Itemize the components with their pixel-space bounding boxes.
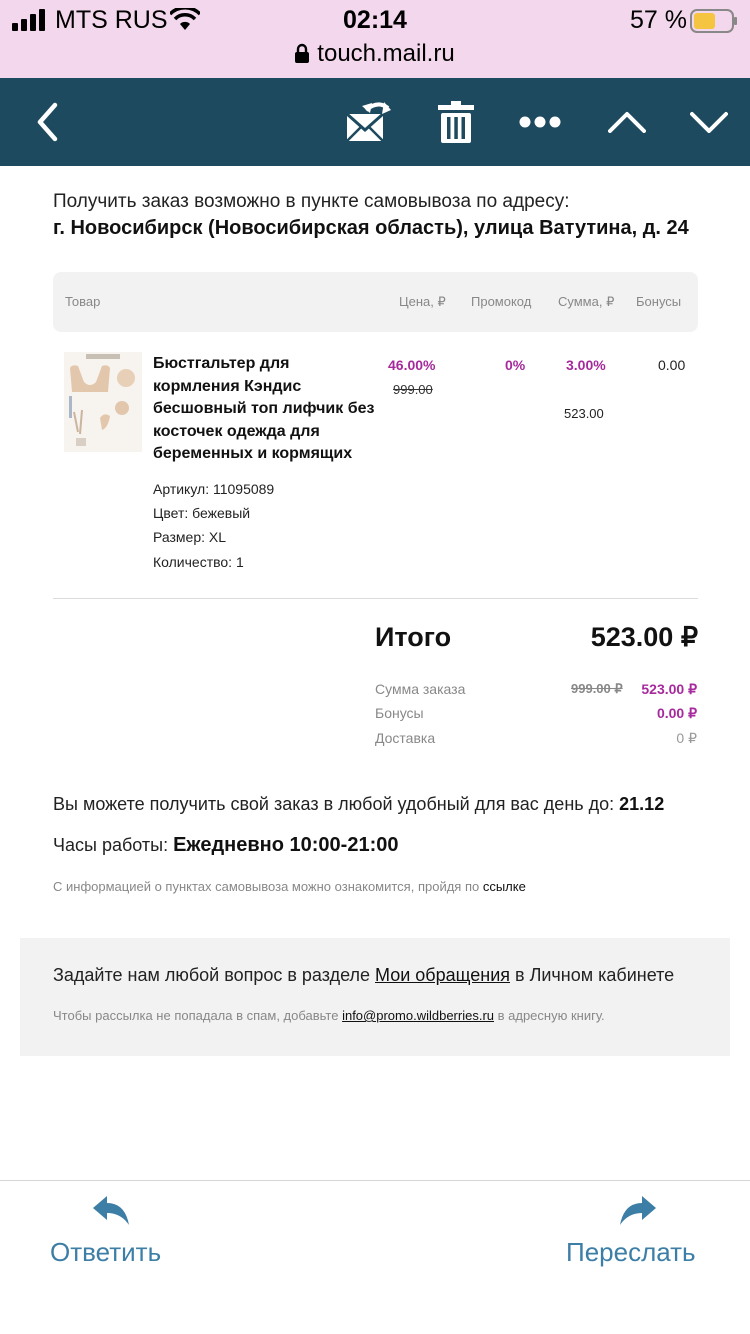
pickup-info: С информацией о пунктах самовывоза можно… bbox=[53, 879, 526, 894]
bonuses-label: Бонусы bbox=[375, 705, 424, 721]
product-article: Артикул: 11095089 bbox=[153, 481, 275, 497]
previous-message-button[interactable] bbox=[602, 78, 652, 166]
forward-label: Переслать bbox=[566, 1237, 696, 1267]
my-requests-link[interactable]: Мои обращения bbox=[375, 965, 510, 985]
header-sum: Сумма, ₽ bbox=[558, 294, 615, 309]
working-hours: Часы работы: Ежедневно 10:00-21:00 bbox=[53, 834, 398, 857]
price-old: 999.00 bbox=[393, 382, 433, 397]
hours-text: Часы работы: bbox=[53, 835, 174, 855]
question-text: Задайте нам любой вопрос в разделе bbox=[53, 965, 376, 985]
product-quantity: Количество: 1 bbox=[153, 554, 244, 570]
pickup-deadline: Вы можете получить свой заказ в любой уд… bbox=[53, 794, 664, 815]
header-bonus: Бонусы bbox=[636, 294, 682, 309]
delivery-value: 0 ₽ bbox=[676, 730, 697, 746]
more-button[interactable] bbox=[515, 78, 565, 166]
total-value: 523.00 ₽ bbox=[590, 622, 698, 652]
order-sum-label: Сумма заказа bbox=[375, 681, 466, 697]
promo-value: 0% bbox=[505, 357, 526, 373]
order-table-header: Товар Цена, ₽ Промокод Сумма, ₽ Бонусы bbox=[53, 272, 698, 332]
deadline-date: 21.12 bbox=[619, 794, 665, 814]
info-text: С информацией о пунктах самовывоза можно… bbox=[53, 879, 483, 894]
total-label: Итого bbox=[375, 622, 452, 652]
header-product: Товар bbox=[65, 294, 101, 309]
reply-icon bbox=[93, 1196, 129, 1225]
url-bar[interactable]: touch.mail.ru bbox=[0, 40, 750, 68]
spam-tail: в адресную книгу. bbox=[494, 1008, 605, 1023]
hours-value: Ежедневно 10:00-21:00 bbox=[173, 834, 399, 856]
battery-icon bbox=[690, 9, 737, 33]
bonus-value: 0.00 bbox=[658, 357, 686, 373]
next-message-button[interactable] bbox=[684, 78, 734, 166]
status-bar: MTS RUS 02:14 57 % touch.mail.ru bbox=[0, 0, 750, 78]
question-tail: в Личном кабинете bbox=[510, 965, 675, 985]
bonuses-value: 0.00 ₽ bbox=[656, 705, 697, 721]
battery-percent: 57 % bbox=[630, 6, 687, 34]
pickup-intro: Получить заказ возможно в пункте самовыв… bbox=[53, 191, 570, 212]
lock-icon bbox=[295, 43, 310, 63]
previous-icon bbox=[608, 112, 646, 133]
product-size: Размер: XL bbox=[153, 529, 227, 545]
order-sum-value: 523.00 ₽ bbox=[641, 681, 697, 697]
deadline-text: Вы можете получить свой заказ в любой уд… bbox=[53, 794, 620, 814]
product-color: Цвет: бежевый bbox=[153, 505, 251, 521]
header-promo: Промокод bbox=[471, 294, 532, 309]
more-icon bbox=[519, 116, 561, 128]
price-discount: 46.00% bbox=[388, 357, 436, 373]
promo-email-link[interactable]: info@promo.wildberries.ru bbox=[342, 1008, 494, 1023]
url-text: touch.mail.ru bbox=[317, 40, 455, 67]
sum-value: 523.00 bbox=[564, 406, 604, 421]
product-name[interactable]: Бюстгальтер для кормления Кэндис бесшовн… bbox=[153, 353, 378, 466]
header-price: Цена, ₽ bbox=[399, 294, 446, 309]
divider bbox=[53, 598, 698, 599]
spam-note: Чтобы рассылка не попадала в спам, добав… bbox=[53, 1008, 605, 1023]
back-icon bbox=[37, 102, 58, 142]
delete-button[interactable] bbox=[430, 78, 482, 166]
pickup-info-link[interactable]: ссылке bbox=[483, 879, 526, 894]
spam-text: Чтобы рассылка не попадала в спам, добав… bbox=[53, 1008, 343, 1023]
pickup-address: г. Новосибирск (Новосибирская область), … bbox=[53, 217, 689, 239]
mark-unread-button[interactable] bbox=[340, 78, 396, 166]
bottom-action-bar: Ответить Переслать bbox=[0, 1180, 750, 1334]
mark-unread-icon bbox=[346, 102, 391, 142]
next-icon bbox=[690, 112, 728, 133]
sum-discount: 3.00% bbox=[566, 357, 606, 373]
trash-icon bbox=[438, 101, 474, 143]
back-button[interactable] bbox=[22, 78, 72, 166]
order-sum-old: 999.00 ₽ bbox=[571, 681, 623, 696]
delivery-label: Доставка bbox=[375, 730, 436, 746]
reply-label: Ответить bbox=[50, 1237, 162, 1267]
support-question: Задайте нам любой вопрос в разделе Мои о… bbox=[53, 965, 674, 986]
product-image[interactable] bbox=[64, 352, 142, 452]
forward-icon bbox=[620, 1196, 656, 1225]
footer-box: Задайте нам любой вопрос в разделе Мои о… bbox=[20, 938, 730, 1056]
mail-toolbar bbox=[0, 78, 750, 166]
